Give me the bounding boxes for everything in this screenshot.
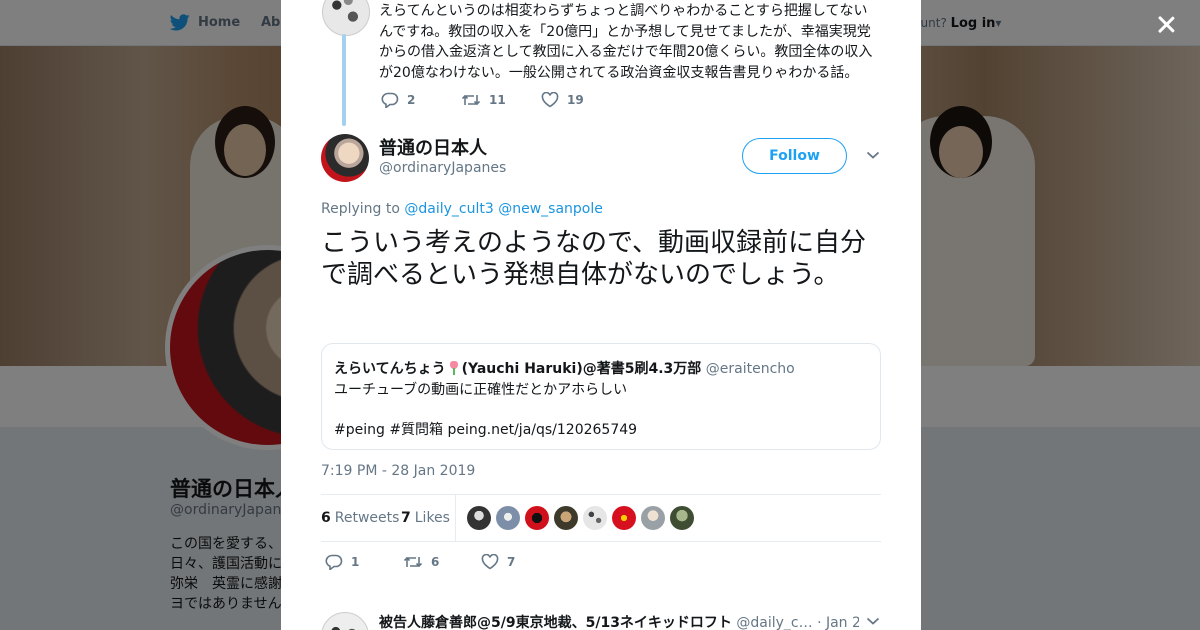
retweet-count: 11 bbox=[489, 93, 506, 107]
reply-button[interactable]: 1 bbox=[325, 554, 403, 570]
retweets-stat-count: 6 bbox=[321, 510, 331, 526]
quoted-tweet-header: えらいてんちょう (Yauchi Haruki)@著書5刷4.3万部 @erait… bbox=[334, 358, 795, 378]
heart-icon bbox=[481, 554, 499, 570]
replying-to: Replying to @daily_cult3 @new_sanpole bbox=[321, 201, 603, 217]
liker-avatar[interactable] bbox=[467, 506, 491, 530]
liker-avatars bbox=[467, 506, 694, 530]
quoted-tweet-card[interactable]: えらいてんちょう (Yauchi Haruki)@著書5刷4.3万部 @erait… bbox=[321, 343, 881, 450]
liker-avatar[interactable] bbox=[670, 506, 694, 530]
tweet-stats: 6 Retweets 7 Likes bbox=[321, 494, 881, 542]
reply-icon bbox=[381, 92, 399, 108]
previous-tweet-text: えらてんというのは相変わらずちょっと調べりゃわかることすら把握してないんですね。… bbox=[379, 3, 873, 81]
reply-author-name[interactable]: 被告人藤倉善郎@5/9東京地裁、5/13ネイキッドロフト bbox=[379, 615, 732, 630]
reply-tweet-date[interactable]: · Jan 28 bbox=[817, 615, 859, 630]
quoted-tweet-text: ユーチューブの動画に正確性だとかアホらしい bbox=[334, 382, 628, 398]
chevron-down-icon[interactable] bbox=[866, 616, 880, 626]
like-count: 7 bbox=[507, 555, 516, 569]
like-button[interactable]: 7 bbox=[481, 554, 559, 570]
author-name[interactable]: 普通の日本人 bbox=[379, 134, 487, 160]
follow-button[interactable]: Follow bbox=[742, 138, 847, 174]
likes-stat-count: 7 bbox=[401, 510, 411, 526]
previous-tweet-actions: 2 11 19 bbox=[381, 92, 621, 108]
quoted-tweet-hashtags-link: #peing #質問箱 peing.net/ja/qs/120265749 bbox=[334, 422, 638, 438]
reply-tweet-avatar[interactable] bbox=[321, 612, 369, 630]
retweet-button[interactable]: 11 bbox=[461, 92, 541, 108]
liker-avatar[interactable] bbox=[525, 506, 549, 530]
retweet-icon bbox=[461, 94, 481, 106]
chevron-down-icon[interactable] bbox=[866, 150, 880, 160]
tweet-timestamp[interactable]: 7:19 PM - 28 Jan 2019 bbox=[321, 463, 475, 479]
quoted-author-name: えらいてんちょう bbox=[334, 361, 446, 377]
retweet-count: 6 bbox=[431, 555, 440, 569]
likes-stat-link[interactable]: 7 Likes bbox=[401, 510, 450, 526]
close-icon[interactable] bbox=[1152, 10, 1180, 38]
liker-avatar[interactable] bbox=[583, 506, 607, 530]
author-avatar[interactable] bbox=[321, 134, 369, 182]
quoted-author-handle: @eraitencho bbox=[705, 361, 795, 377]
conversation-thread-line bbox=[342, 34, 346, 126]
heart-icon bbox=[541, 92, 559, 108]
replying-to-label: Replying to bbox=[321, 201, 400, 217]
liker-avatar[interactable] bbox=[554, 506, 578, 530]
quoted-author-name-suffix: (Yauchi Haruki)@著書5刷4.3万部 bbox=[461, 361, 702, 377]
liker-avatar[interactable] bbox=[641, 506, 665, 530]
retweet-button[interactable]: 6 bbox=[403, 554, 481, 570]
stats-divider bbox=[455, 495, 456, 541]
tweet-permalink-modal: えらてんというのは相変わらずちょっと調べりゃわかることすら把握してないんですね。… bbox=[281, 0, 921, 630]
liker-avatar[interactable] bbox=[612, 506, 636, 530]
reply-count: 2 bbox=[407, 93, 416, 107]
retweets-stat-label: Retweets bbox=[334, 510, 400, 526]
like-button[interactable]: 19 bbox=[541, 92, 621, 108]
author-handle[interactable]: @ordinaryJapanes bbox=[379, 160, 506, 176]
reply-tweet-header: 被告人藤倉善郎@5/9東京地裁、5/13ネイキッドロフト @daily_c… ·… bbox=[379, 612, 859, 630]
like-count: 19 bbox=[567, 93, 584, 107]
reply-button[interactable]: 2 bbox=[381, 92, 461, 108]
retweet-icon bbox=[403, 556, 423, 568]
reply-count: 1 bbox=[351, 555, 360, 569]
likes-stat-label: Likes bbox=[414, 510, 450, 526]
reply-author-handle[interactable]: @daily_c… bbox=[736, 615, 812, 630]
previous-tweet-avatar[interactable] bbox=[322, 0, 370, 36]
liker-avatar[interactable] bbox=[496, 506, 520, 530]
tulip-emoji-icon bbox=[447, 361, 461, 375]
mention-link[interactable]: @new_sanpole bbox=[498, 201, 603, 217]
mention-link[interactable]: @daily_cult3 bbox=[404, 201, 493, 217]
tweet-actions: 1 6 7 bbox=[325, 554, 559, 570]
retweets-stat-link[interactable]: 6 Retweets bbox=[321, 510, 399, 526]
reply-icon bbox=[325, 554, 343, 570]
tweet-text: こういう考えのようなので、動画収録前に自分で調べるという発想自体がないのでしょう… bbox=[321, 228, 866, 290]
